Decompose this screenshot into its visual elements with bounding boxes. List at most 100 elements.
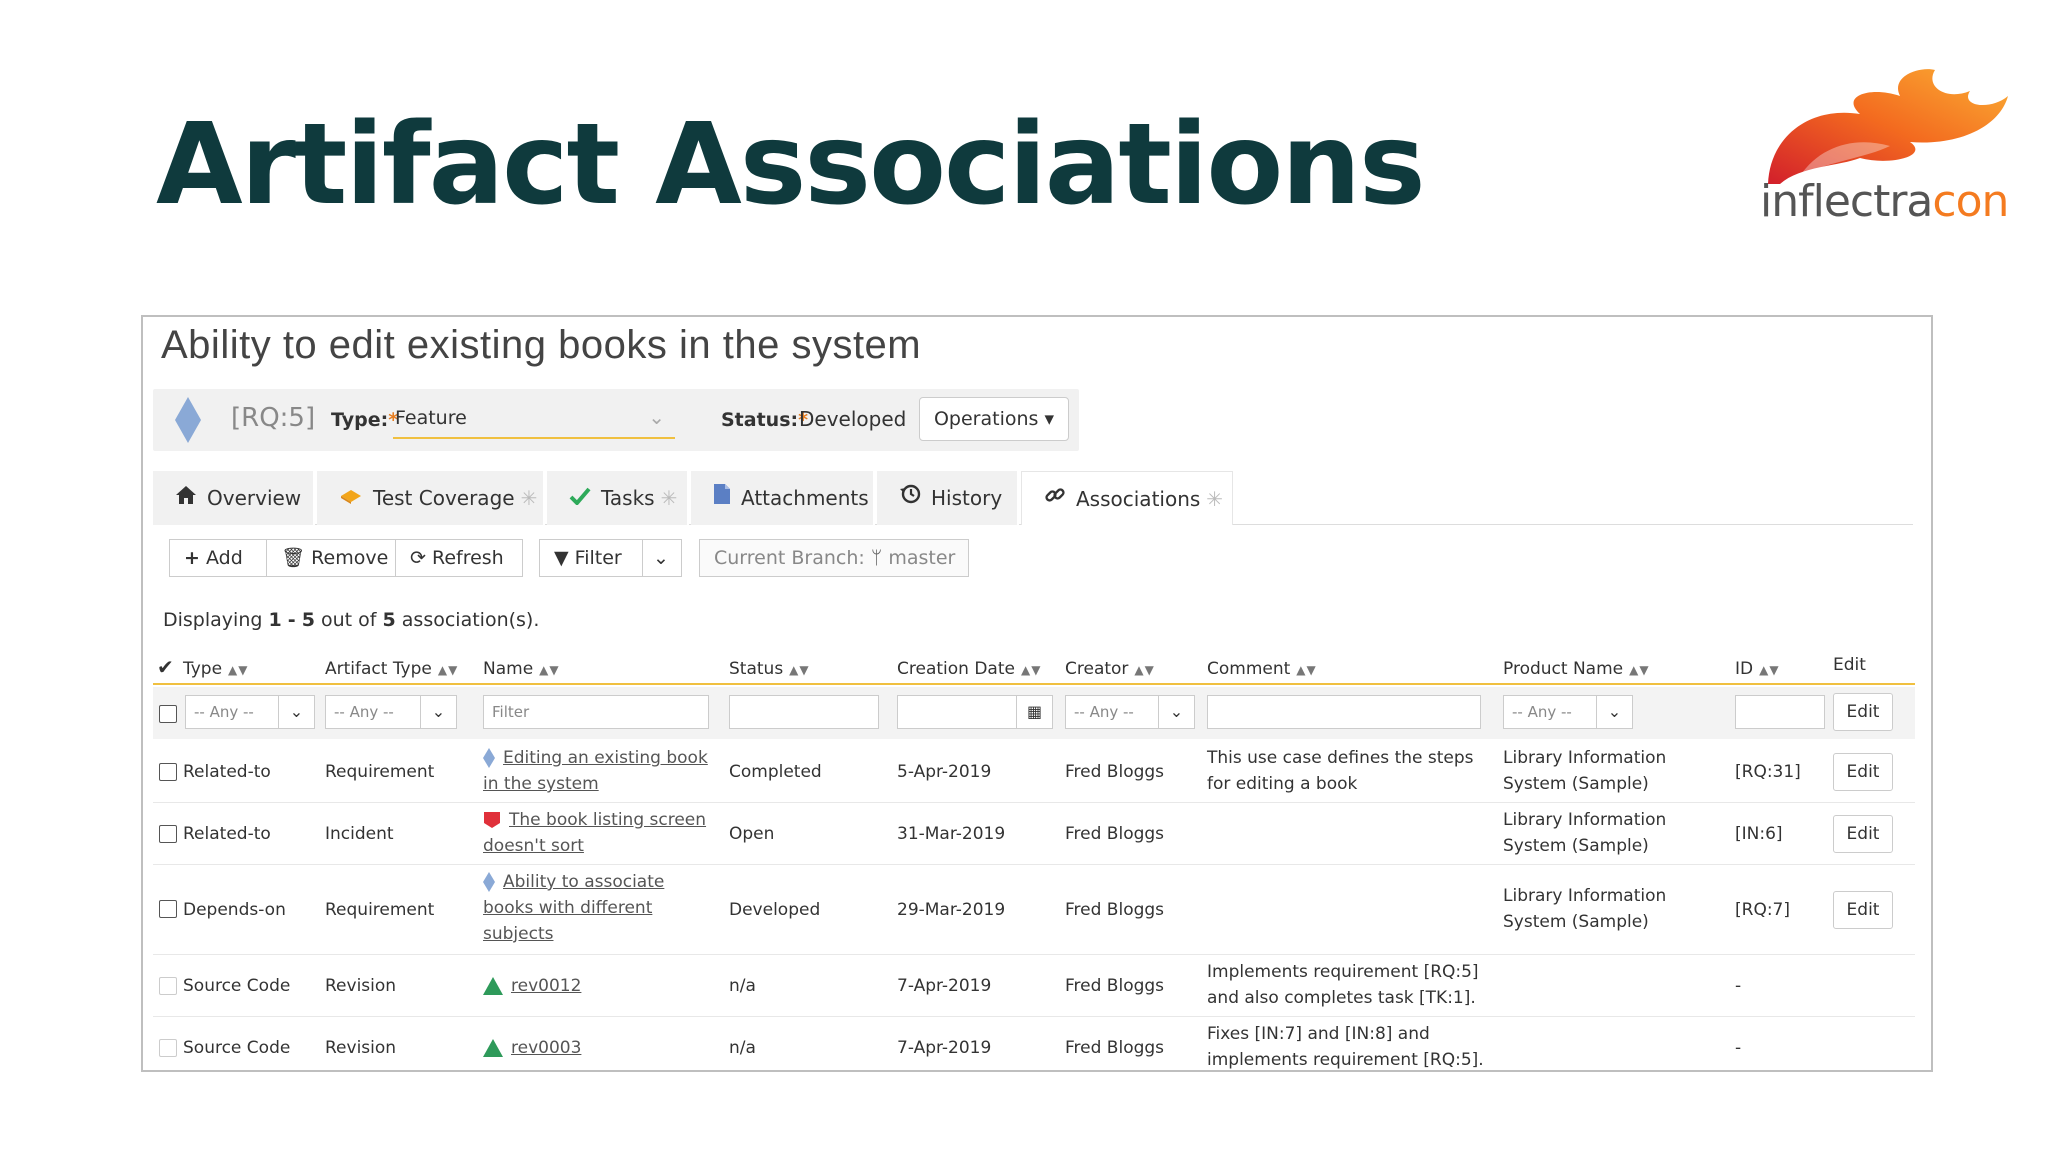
sort-icon[interactable]: ▲▼ <box>438 663 458 677</box>
status-filter-input[interactable] <box>729 695 879 729</box>
filter-button[interactable]: ▼ Filter <box>539 539 643 577</box>
refresh-button[interactable]: ⟳ Refresh <box>395 539 523 577</box>
artifact-id: [RQ:5] <box>231 403 316 433</box>
check-icon <box>569 471 591 525</box>
row-status: Completed <box>729 762 822 782</box>
product-filter-select[interactable]: -- Any -- ⌄ <box>1503 695 1633 729</box>
calendar-icon[interactable]: ▦ <box>1016 696 1052 728</box>
chevron-down-icon: ⌄ <box>1596 696 1632 728</box>
row-date: 7-Apr-2019 <box>897 976 992 996</box>
row-type: Related-to <box>183 824 271 844</box>
sort-icon[interactable]: ▲▼ <box>789 663 809 677</box>
row-creator: Fred Bloggs <box>1065 1038 1165 1058</box>
col-name[interactable]: Name ▲▼ <box>483 659 560 679</box>
file-icon <box>713 471 731 525</box>
table-row: Depends-on Requirement Ability to associ… <box>153 865 1915 955</box>
artifact-tabs: Overview Test Coverage ✳ Tasks ✳ Attachmen… <box>153 471 1913 525</box>
comment-filter-input[interactable] <box>1207 695 1481 729</box>
row-comment: Implements requirement [RQ:5] and also co… <box>1207 962 1479 1008</box>
chevron-down-icon: ⌄ <box>653 547 669 569</box>
requirement-diamond-icon <box>175 397 201 443</box>
requirement-diamond-icon <box>483 748 495 768</box>
row-artifact-type: Revision <box>325 1038 397 1058</box>
row-checkbox[interactable] <box>159 977 177 995</box>
artifact-type-filter-select[interactable]: -- Any -- ⌄ <box>325 695 457 729</box>
row-name[interactable]: rev0012 <box>483 973 581 999</box>
col-artifact-type[interactable]: Artifact Type ▲▼ <box>325 659 458 679</box>
sort-icon[interactable]: ▲▼ <box>1296 663 1316 677</box>
row-product: Library Information System (Sample) <box>1503 748 1667 794</box>
row-id: - <box>1735 1038 1742 1058</box>
revision-triangle-icon <box>483 977 503 995</box>
tab-test-coverage[interactable]: Test Coverage ✳ <box>317 471 545 525</box>
row-creator: Fred Bloggs <box>1065 824 1165 844</box>
type-select[interactable]: Feature ⌄ <box>393 401 675 439</box>
row-type: Source Code <box>183 1038 291 1058</box>
col-comment[interactable]: Comment ▲▼ <box>1207 659 1317 679</box>
select-all-checkbox[interactable] <box>159 705 177 723</box>
col-creation-date[interactable]: Creation Date ▲▼ <box>897 659 1041 679</box>
artifact-page: Ability to edit existing books in the sy… <box>141 315 1933 1072</box>
row-id: [RQ:31] <box>1735 762 1801 782</box>
row-checkbox[interactable] <box>159 825 177 843</box>
tab-overview[interactable]: Overview <box>153 471 315 525</box>
row-checkbox[interactable] <box>159 763 177 781</box>
operations-button[interactable]: Operations ▾ <box>919 397 1069 441</box>
row-date: 5-Apr-2019 <box>897 762 992 782</box>
table-row: Related-to Incident The book listing scr… <box>153 803 1915 865</box>
col-edit: Edit <box>1833 655 1866 675</box>
row-name[interactable]: rev0003 <box>483 1035 581 1061</box>
filter-edit-button[interactable]: Edit <box>1833 693 1893 731</box>
date-filter-input[interactable]: ▦ <box>897 695 1053 729</box>
row-date: 31-Mar-2019 <box>897 824 1006 844</box>
row-comment: This use case defines the steps for editi… <box>1207 748 1474 794</box>
caret-down-icon: ▾ <box>1044 408 1055 430</box>
filter-dropdown-button[interactable]: ⌄ <box>642 539 682 577</box>
col-type[interactable]: Type ▲▼ <box>183 659 249 679</box>
id-filter-input[interactable] <box>1735 695 1825 729</box>
sort-icon[interactable]: ▲▼ <box>1021 663 1041 677</box>
row-edit-button[interactable]: Edit <box>1833 753 1893 791</box>
row-name[interactable]: The book listing screen doesn't sort <box>483 807 706 859</box>
current-branch-display[interactable]: Current Branch: ᛘ master <box>699 539 969 577</box>
row-type: Depends-on <box>183 900 286 920</box>
col-status[interactable]: Status ▲▼ <box>729 659 810 679</box>
row-status: Developed <box>729 900 821 920</box>
sort-icon[interactable]: ▲▼ <box>228 663 248 677</box>
refresh-icon: ⟳ <box>410 547 426 569</box>
type-label: Type:* <box>331 409 399 431</box>
tab-history[interactable]: History <box>877 471 1019 525</box>
tab-attachments[interactable]: Attachments <box>691 471 875 525</box>
creator-filter-select[interactable]: -- Any -- ⌄ <box>1065 695 1195 729</box>
row-name[interactable]: Ability to associate books with different… <box>483 869 664 947</box>
tab-associations[interactable]: Associations ✳ <box>1021 471 1233 525</box>
row-date: 7-Apr-2019 <box>897 1038 992 1058</box>
row-edit-button[interactable]: Edit <box>1833 815 1893 853</box>
table-row: Related-to Requirement Editing an existi… <box>153 741 1915 803</box>
col-product-name[interactable]: Product Name ▲▼ <box>1503 659 1650 679</box>
row-edit-button[interactable]: Edit <box>1833 891 1893 929</box>
artifact-name-heading[interactable]: Ability to edit existing books in the sy… <box>161 323 921 368</box>
col-creator[interactable]: Creator ▲▼ <box>1065 659 1155 679</box>
revision-triangle-icon <box>483 1039 503 1057</box>
sort-icon[interactable]: ▲▼ <box>1629 663 1649 677</box>
grid-header: ✔ Type ▲▼ Artifact Type ▲▼ Name ▲▼ Status ▲▼… <box>153 649 1915 685</box>
link-icon <box>1044 472 1066 526</box>
row-name[interactable]: Editing an existing book in the system <box>483 745 708 797</box>
name-filter-input[interactable]: Filter <box>483 695 709 729</box>
tab-tasks[interactable]: Tasks ✳ <box>547 471 689 525</box>
remove-button[interactable]: 🗑 Remove <box>266 539 396 577</box>
row-checkbox[interactable] <box>159 1039 177 1057</box>
select-all-check-icon[interactable]: ✔ <box>157 655 174 679</box>
type-filter-select[interactable]: -- Any -- ⌄ <box>185 695 315 729</box>
sort-icon[interactable]: ▲▼ <box>1134 663 1154 677</box>
row-id: [IN:6] <box>1735 824 1783 844</box>
test-coverage-icon <box>339 471 363 525</box>
add-button[interactable]: + Add <box>169 539 267 577</box>
inflectracon-logo: inflectracon <box>1760 66 2010 236</box>
col-id[interactable]: ID ▲▼ <box>1735 659 1780 679</box>
sort-icon[interactable]: ▲▼ <box>539 663 559 677</box>
sort-icon[interactable]: ▲▼ <box>1759 663 1779 677</box>
row-checkbox[interactable] <box>159 900 177 918</box>
row-creator: Fred Bloggs <box>1065 762 1165 782</box>
